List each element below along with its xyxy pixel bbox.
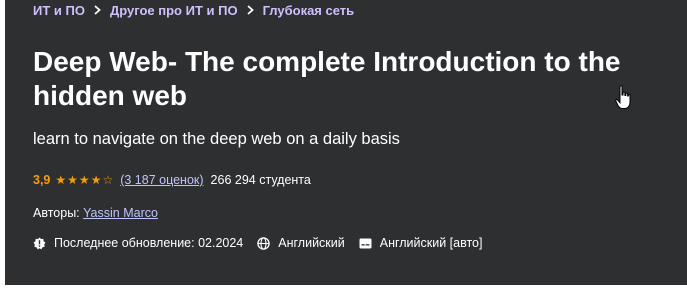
star-empty-icon: ☆ <box>102 173 114 187</box>
course-captions: Английский [авто] <box>359 236 483 250</box>
breadcrumb-item-other-it[interactable]: Другое про ИТ и ПО <box>110 3 238 18</box>
rating-value: 3,9 <box>33 173 51 187</box>
course-subtitle: learn to navigate on the deep web on a d… <box>33 130 400 148</box>
course-title: Deep Web- The complete Introduction to t… <box>33 46 621 111</box>
star-full-icon: ★ <box>78 173 90 187</box>
authors-row: Авторы: Yassin Marco <box>33 206 158 220</box>
breadcrumb-item-deep-web[interactable]: Глубокая сеть <box>263 3 355 18</box>
course-meta-row: Последнее обновление: 02.2024 Английский… <box>33 236 496 250</box>
globe-icon <box>257 236 271 250</box>
students-count: 266 294 студента <box>210 173 311 187</box>
closed-captions-icon <box>359 238 372 248</box>
breadcrumb-item-it-software[interactable]: ИТ и ПО <box>33 3 85 18</box>
rating-stars: ★ ★ ★ ★ ☆ <box>55 174 114 186</box>
author-link[interactable]: Yassin Marco <box>83 206 158 220</box>
course-header-banner: ИТ и ПО Другое про ИТ и ПО Глубокая сеть… <box>5 0 687 285</box>
rating-row: 3,9 ★ ★ ★ ★ ☆ (3 187 оценок) 266 294 сту… <box>33 173 311 187</box>
language-text: Английский <box>278 236 345 250</box>
last-updated-text: Последнее обновление: 02.2024 <box>54 236 244 250</box>
chevron-right-icon <box>94 4 101 18</box>
last-updated: Последнее обновление: 02.2024 <box>33 236 243 250</box>
course-language: Английский <box>257 236 345 250</box>
authors-label: Авторы: <box>33 206 80 220</box>
star-full-icon: ★ <box>55 173 67 187</box>
star-full-icon: ★ <box>90 173 102 187</box>
chevron-right-icon <box>246 4 254 18</box>
alert-badge-icon <box>33 237 46 249</box>
star-full-icon: ★ <box>67 173 78 187</box>
breadcrumb: ИТ и ПО Другое про ИТ и ПО Глубокая сеть <box>33 3 354 18</box>
captions-text: Английский [авто] <box>379 236 483 250</box>
ratings-count-link[interactable]: (3 187 оценок) <box>120 173 203 187</box>
hand-pointer-icon <box>615 85 631 116</box>
